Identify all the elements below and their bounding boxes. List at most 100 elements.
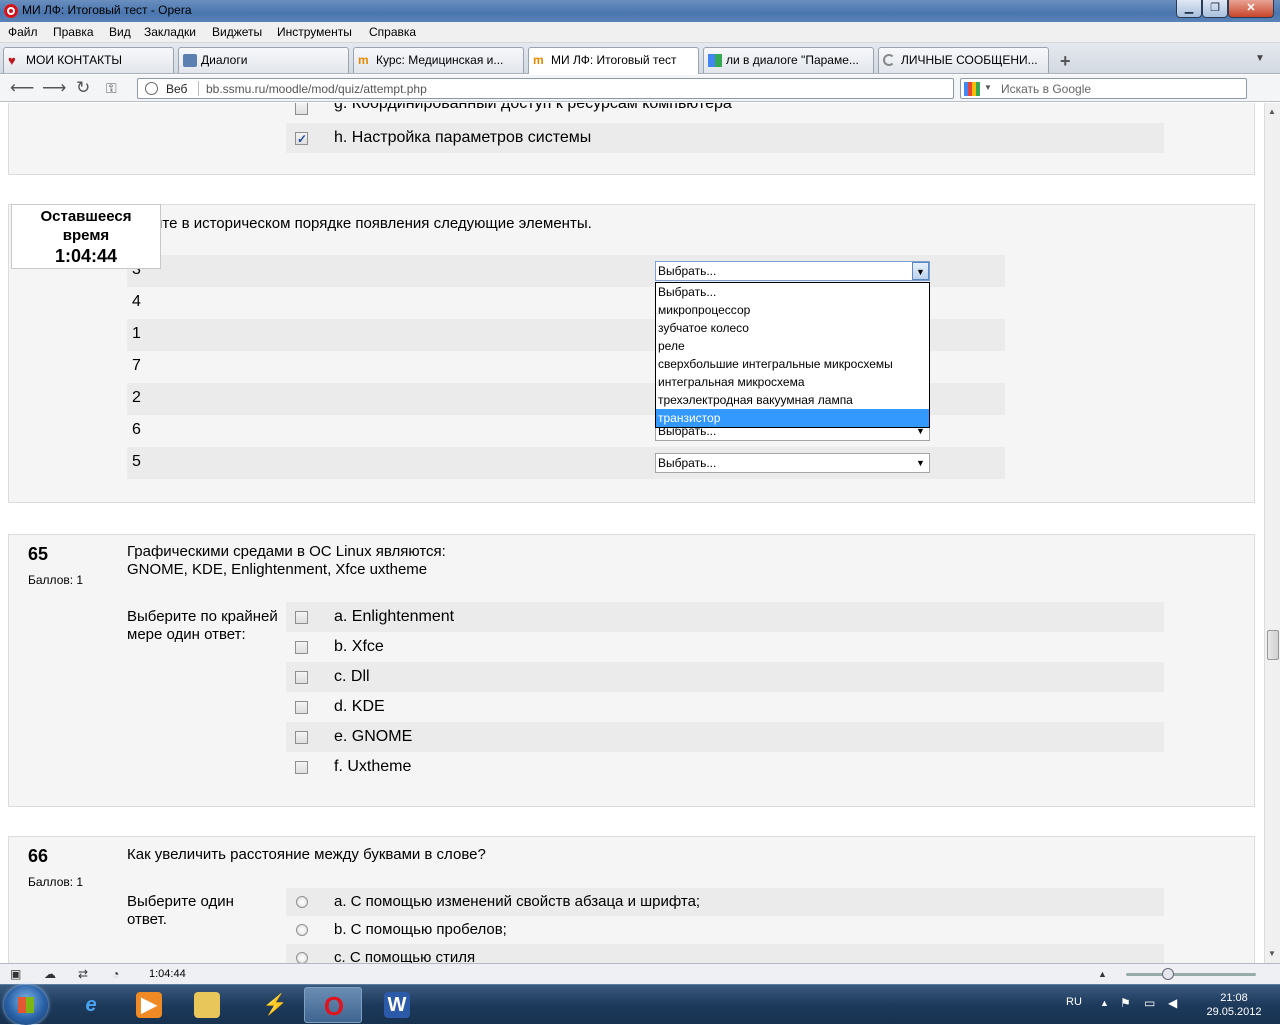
checkbox[interactable]	[295, 671, 308, 684]
tab-final-test[interactable]: m МИ ЛФ: Итоговый тест	[528, 47, 699, 74]
timer-label-line1: Оставшееся	[40, 208, 132, 225]
tab-contacts[interactable]: ♥ МОИ КОНТАКТЫ	[3, 47, 174, 73]
q66-number: 66	[28, 846, 49, 866]
back-arrow-icon[interactable]: ⟵	[10, 79, 34, 97]
reload-icon[interactable]: ↻	[76, 79, 90, 97]
taskbar-explorer[interactable]	[178, 987, 236, 1023]
share-icon[interactable]: ⇄	[78, 967, 88, 981]
tab-dialogs[interactable]: Диалоги	[178, 47, 349, 73]
speed-icon[interactable]: ◔	[112, 967, 119, 981]
checkbox[interactable]	[295, 701, 308, 714]
dropdown-option[interactable]: реле	[656, 337, 929, 355]
dropdown-option[interactable]: зубчатое колесо	[656, 319, 929, 337]
minimize-button[interactable]: ▁	[1176, 0, 1202, 18]
menu-help[interactable]: Справка	[369, 25, 416, 39]
zoom-up-icon[interactable]: ▲	[1098, 969, 1107, 979]
menu-bookmarks[interactable]: Закладки	[144, 25, 196, 39]
tray-expand-icon[interactable]: ▲	[1100, 998, 1109, 1008]
dropdown-option[interactable]: трехэлектродная вакуумная лампа	[656, 391, 929, 409]
zoom-slider-thumb[interactable]	[1162, 968, 1174, 980]
checkbox[interactable]	[295, 103, 308, 115]
menu-edit[interactable]: Правка	[53, 25, 94, 39]
checkbox[interactable]	[295, 641, 308, 654]
scrollbar-thumb[interactable]	[1267, 630, 1279, 660]
q66-option-b[interactable]: b. С помощью пробелов;	[286, 916, 1164, 944]
radio-button[interactable]	[296, 952, 308, 963]
internet-explorer-icon: e	[85, 994, 97, 1016]
dropdown-option[interactable]: Выбрать...	[656, 283, 929, 301]
q65-option-a[interactable]: a. Enlightenment	[286, 602, 1164, 632]
timer-value: 1:04:44	[54, 246, 118, 266]
scroll-down-icon[interactable]: ▼	[1268, 949, 1276, 958]
moodle-icon: m	[533, 53, 544, 67]
dropdown-option[interactable]: сверхбольшие интегральные микросхемы	[656, 355, 929, 373]
window-title: МИ ЛФ: Итоговый тест - Opera	[22, 3, 192, 17]
q64-select-1[interactable]: Выбрать... ▼	[655, 261, 930, 281]
search-input[interactable]	[1001, 80, 1241, 97]
q66-option-a[interactable]: a. С помощью изменений свойств абзаца и …	[286, 888, 1164, 916]
menu-widgets[interactable]: Виджеты	[212, 25, 262, 39]
status-time: 1:04:44	[149, 968, 186, 980]
q65-option-f[interactable]: f. Uxtheme	[286, 752, 1164, 782]
google-search-box[interactable]: ▼	[960, 78, 1247, 99]
q63-option-h[interactable]: h. Настройка параметров системы	[286, 123, 1164, 154]
taskbar-opera[interactable]: O	[304, 987, 362, 1023]
q64-select-7[interactable]: Выбрать... ▼	[655, 453, 930, 473]
google-icon	[708, 54, 722, 67]
chevron-down-icon[interactable]: ▼	[912, 454, 929, 472]
menu-tools[interactable]: Инструменты	[277, 25, 352, 39]
language-indicator[interactable]: RU	[1066, 996, 1082, 1008]
cloud-icon[interactable]: ☁	[44, 967, 56, 981]
q65-prompt: Выберите по крайней мере один ответ:	[127, 608, 278, 643]
network-icon[interactable]: ▭	[1144, 996, 1155, 1010]
q63-option-g[interactable]: g. Координированный доступ к ресурсам ко…	[286, 103, 1164, 123]
taskbar-word[interactable]: W	[368, 987, 426, 1023]
q66-option-c[interactable]: c. С помощью стиля	[286, 944, 1164, 963]
tab-google-search[interactable]: ли в диалоге "Параме...	[703, 47, 874, 73]
timer-label-line2: время	[62, 227, 110, 244]
q65-option-d[interactable]: d. KDE	[286, 692, 1164, 722]
dropdown-option-highlighted[interactable]: транзистор	[656, 409, 929, 427]
chevron-down-icon[interactable]: ▼	[912, 262, 929, 280]
scroll-up-icon[interactable]: ▲	[1268, 107, 1276, 116]
panel-toggle-icon[interactable]: ▣	[10, 967, 21, 981]
key-icon[interactable]: ⚿	[106, 79, 117, 97]
maximize-button[interactable]: ❐	[1202, 0, 1228, 18]
forward-arrow-icon[interactable]: ⟶	[42, 79, 66, 97]
radio-button[interactable]	[296, 924, 308, 936]
dropdown-option[interactable]: интегральная микросхема	[656, 373, 929, 391]
checkbox-checked[interactable]	[295, 124, 308, 154]
taskbar-media[interactable]: ▶	[120, 987, 178, 1023]
checkbox[interactable]	[295, 731, 308, 744]
url-input[interactable]	[206, 80, 946, 97]
tab-menu-icon[interactable]: ▼	[1255, 53, 1265, 64]
menu-file[interactable]: Файл	[8, 25, 38, 39]
clock[interactable]: 21:08 29.05.2012	[1200, 991, 1268, 1019]
add-tab-icon[interactable]: +	[1060, 51, 1071, 72]
dropdown-option[interactable]: микропроцессор	[656, 301, 929, 319]
vertical-scrollbar[interactable]: ▲ ▼	[1264, 103, 1280, 963]
url-box[interactable]: Веб	[137, 78, 954, 99]
start-button[interactable]	[4, 985, 48, 1025]
red-heart-icon: ♥	[8, 53, 16, 68]
menu-view[interactable]: Вид	[109, 25, 131, 39]
page-content: g. Координированный доступ к ресурсам ко…	[0, 103, 1264, 963]
radio-button[interactable]	[296, 896, 308, 908]
taskbar-winamp[interactable]: ⚡	[246, 987, 304, 1023]
question-64-box: ите в историческом порядке появления сле…	[8, 204, 1255, 503]
q65-option-b[interactable]: b. Xfce	[286, 632, 1164, 662]
volume-icon[interactable]: ◀	[1168, 996, 1177, 1010]
opera-logo-icon: O	[323, 991, 345, 1021]
checkbox[interactable]	[295, 761, 308, 774]
q65-option-e[interactable]: e. GNOME	[286, 722, 1164, 752]
flag-icon[interactable]: ⚑	[1120, 996, 1131, 1010]
moodle-icon: m	[358, 53, 369, 67]
tab-course[interactable]: m Курс: Медицинская и...	[353, 47, 524, 73]
q65-option-c[interactable]: c. Dll	[286, 662, 1164, 692]
checkbox[interactable]	[295, 611, 308, 624]
zoom-slider-track[interactable]	[1126, 973, 1256, 976]
taskbar-ie[interactable]: e	[62, 987, 120, 1023]
tab-private-messages[interactable]: ЛИЧНЫЕ СООБЩЕНИ...	[878, 47, 1049, 73]
close-button[interactable]: ✕	[1228, 0, 1274, 18]
chevron-down-icon[interactable]: ▼	[984, 83, 992, 92]
